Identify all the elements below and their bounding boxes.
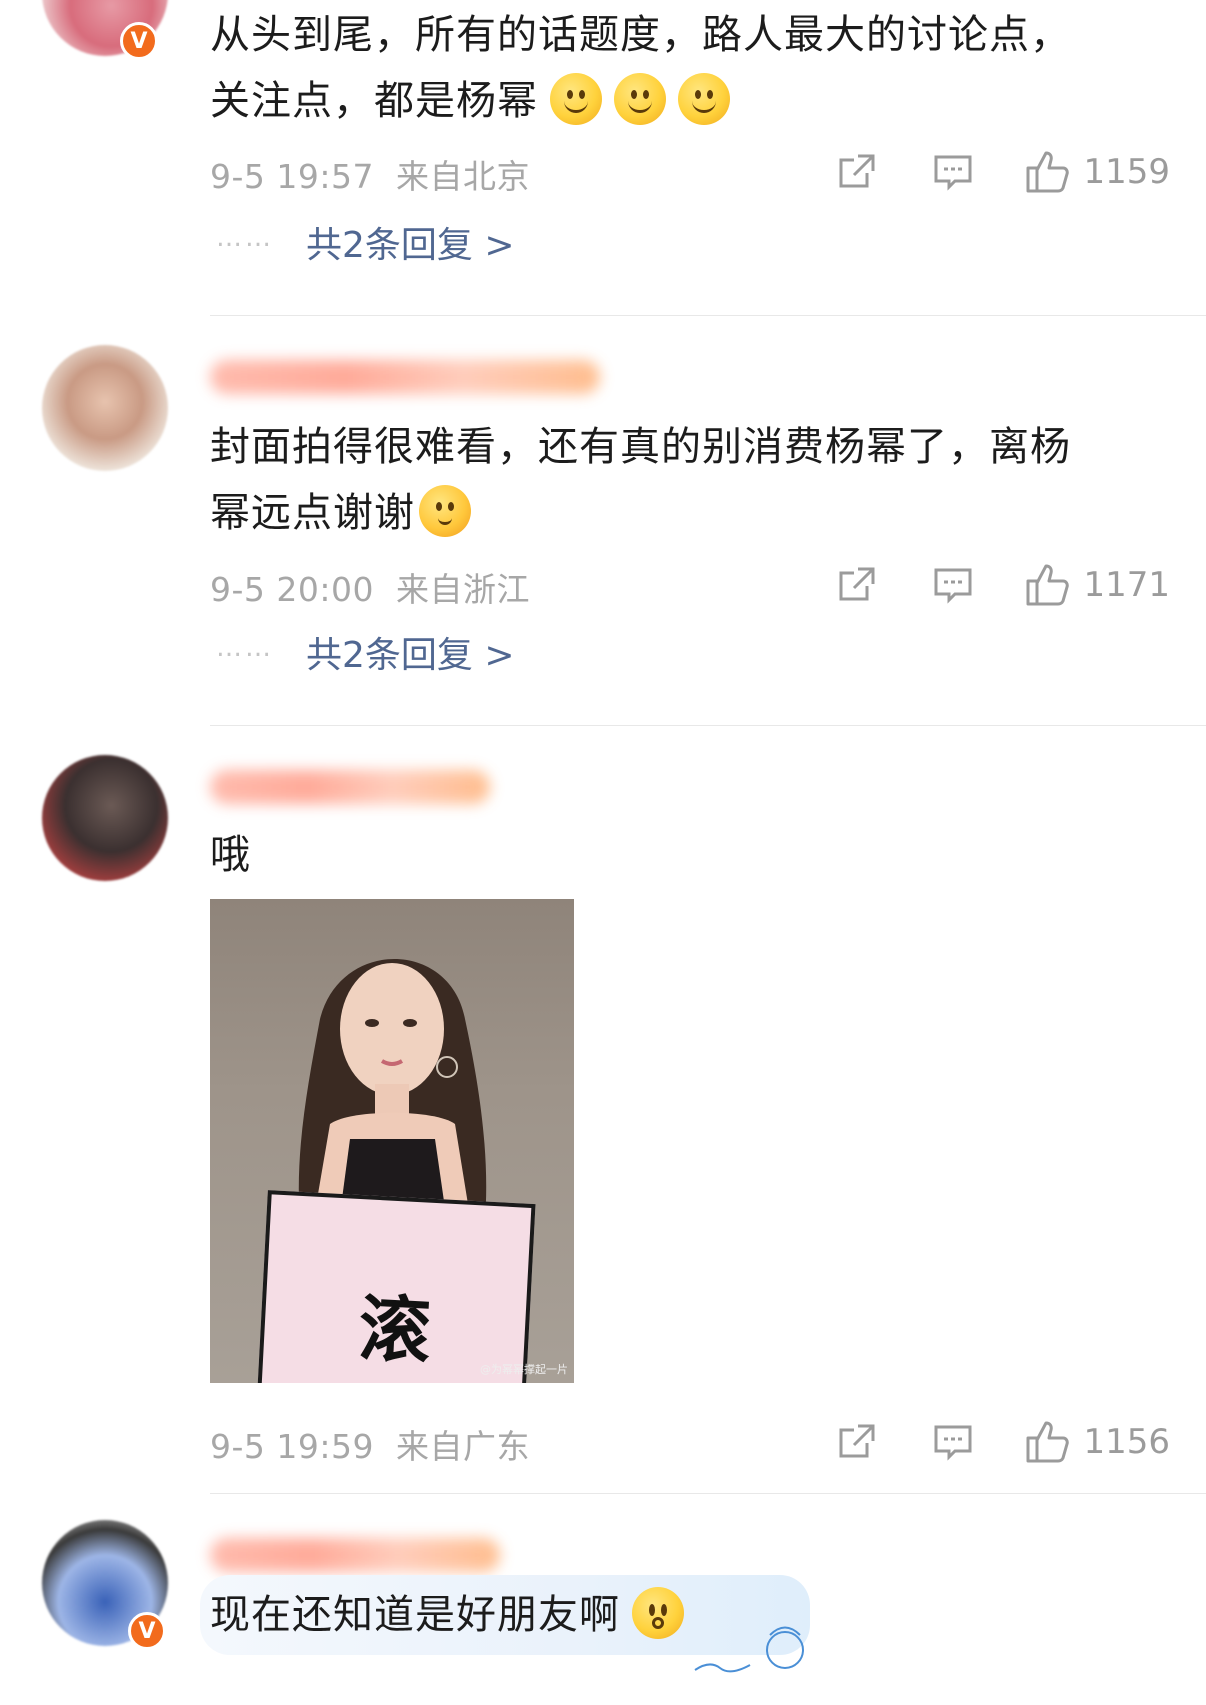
shocked-emoji-icon [632, 1587, 684, 1639]
dots: …… [216, 223, 274, 253]
smile-emoji-icon [678, 73, 730, 125]
divider [210, 315, 1206, 316]
comment-text-line: 关注点，都是杨幂 [210, 78, 538, 124]
like-button[interactable]: 1171 [1025, 563, 1170, 607]
comment-icon [934, 155, 972, 191]
comment-location: 来自浙江 [395, 570, 530, 609]
smile-emoji-icon [550, 73, 602, 125]
comment-actions: 1156 [837, 1417, 1170, 1467]
view-replies-link[interactable]: …… 共2条回复 > [216, 216, 515, 268]
thumbs-up-icon [1026, 1421, 1070, 1463]
comment-button[interactable] [933, 565, 973, 605]
comment-icon [934, 1425, 972, 1461]
comment-icon [934, 568, 972, 604]
thumbs-up-icon [1026, 564, 1070, 606]
avatar[interactable] [42, 755, 168, 881]
smile-emoji-icon [614, 73, 666, 125]
comment-text: 哦 [210, 822, 251, 888]
username-blurred[interactable] [210, 770, 490, 804]
avatar[interactable] [42, 345, 168, 471]
comment-text-line: 从头到尾，所有的话题度，路人最大的讨论点， [210, 12, 1071, 58]
comment-actions: 1171 [837, 560, 1170, 610]
share-button[interactable] [837, 1422, 877, 1462]
comment-text: 从头到尾，所有的话题度，路人最大的讨论点， 关注点，都是杨幂 [210, 2, 1071, 134]
comment-text-line: 现在还知道是好朋友啊 [210, 1592, 620, 1638]
comment-location: 来自广东 [395, 1427, 530, 1466]
comment-meta: 9-5 20:00 来自浙江 [210, 563, 530, 611]
bubble-sticker-icon [694, 1626, 804, 1673]
comment-meta: 9-5 19:57 来自北京 [210, 150, 530, 198]
like-count: 1156 [1083, 1422, 1170, 1462]
replies-label: 共2条回复 > [306, 635, 515, 676]
comment-date: 9-5 19:57 [210, 157, 374, 196]
share-icon [839, 567, 875, 601]
comment-date: 9-5 20:00 [210, 570, 374, 609]
like-count: 1171 [1083, 565, 1170, 605]
replies-label: 共2条回复 > [306, 225, 515, 266]
share-button[interactable] [837, 565, 877, 605]
divider [210, 725, 1206, 726]
comment-location: 来自北京 [395, 157, 530, 196]
verified-badge-icon: V [128, 1612, 166, 1650]
view-replies-link[interactable]: …… 共2条回复 > [216, 626, 515, 678]
comment-image[interactable]: 滚 @为幂幂撑起一片 [210, 899, 574, 1383]
image-watermark: @为幂幂撑起一片 [480, 1363, 568, 1376]
username-blurred[interactable] [210, 1538, 500, 1572]
comment-actions: 1159 [837, 147, 1170, 197]
held-sign: 滚 [256, 1190, 536, 1383]
comment-text-line: 幂远点谢谢 [210, 490, 415, 536]
like-button[interactable]: 1159 [1025, 150, 1170, 194]
divider [210, 1493, 1206, 1494]
share-icon [839, 154, 875, 188]
thumbs-up-icon [1026, 151, 1070, 193]
share-button[interactable] [837, 152, 877, 192]
comment-meta: 9-5 19:59 来自广东 [210, 1420, 530, 1468]
comment-text: 封面拍得很难看，还有真的别消费杨幂了，离杨 幂远点谢谢 [210, 414, 1071, 546]
comment-date: 9-5 19:59 [210, 1427, 374, 1466]
username-blurred[interactable] [210, 360, 600, 394]
comment-text-line: 封面拍得很难看，还有真的别消费杨幂了，离杨 [210, 424, 1071, 470]
dots: …… [216, 633, 274, 663]
like-button[interactable]: 1156 [1025, 1420, 1170, 1464]
blush-emoji-icon [419, 485, 471, 537]
verified-badge-icon: V [120, 22, 158, 60]
comment-text-line: 哦 [210, 832, 251, 878]
share-icon [839, 1424, 875, 1458]
comment-button[interactable] [933, 152, 973, 192]
like-count: 1159 [1083, 152, 1170, 192]
comment-button[interactable] [933, 1422, 973, 1462]
comment-text: 现在还知道是好朋友啊 [210, 1582, 684, 1648]
